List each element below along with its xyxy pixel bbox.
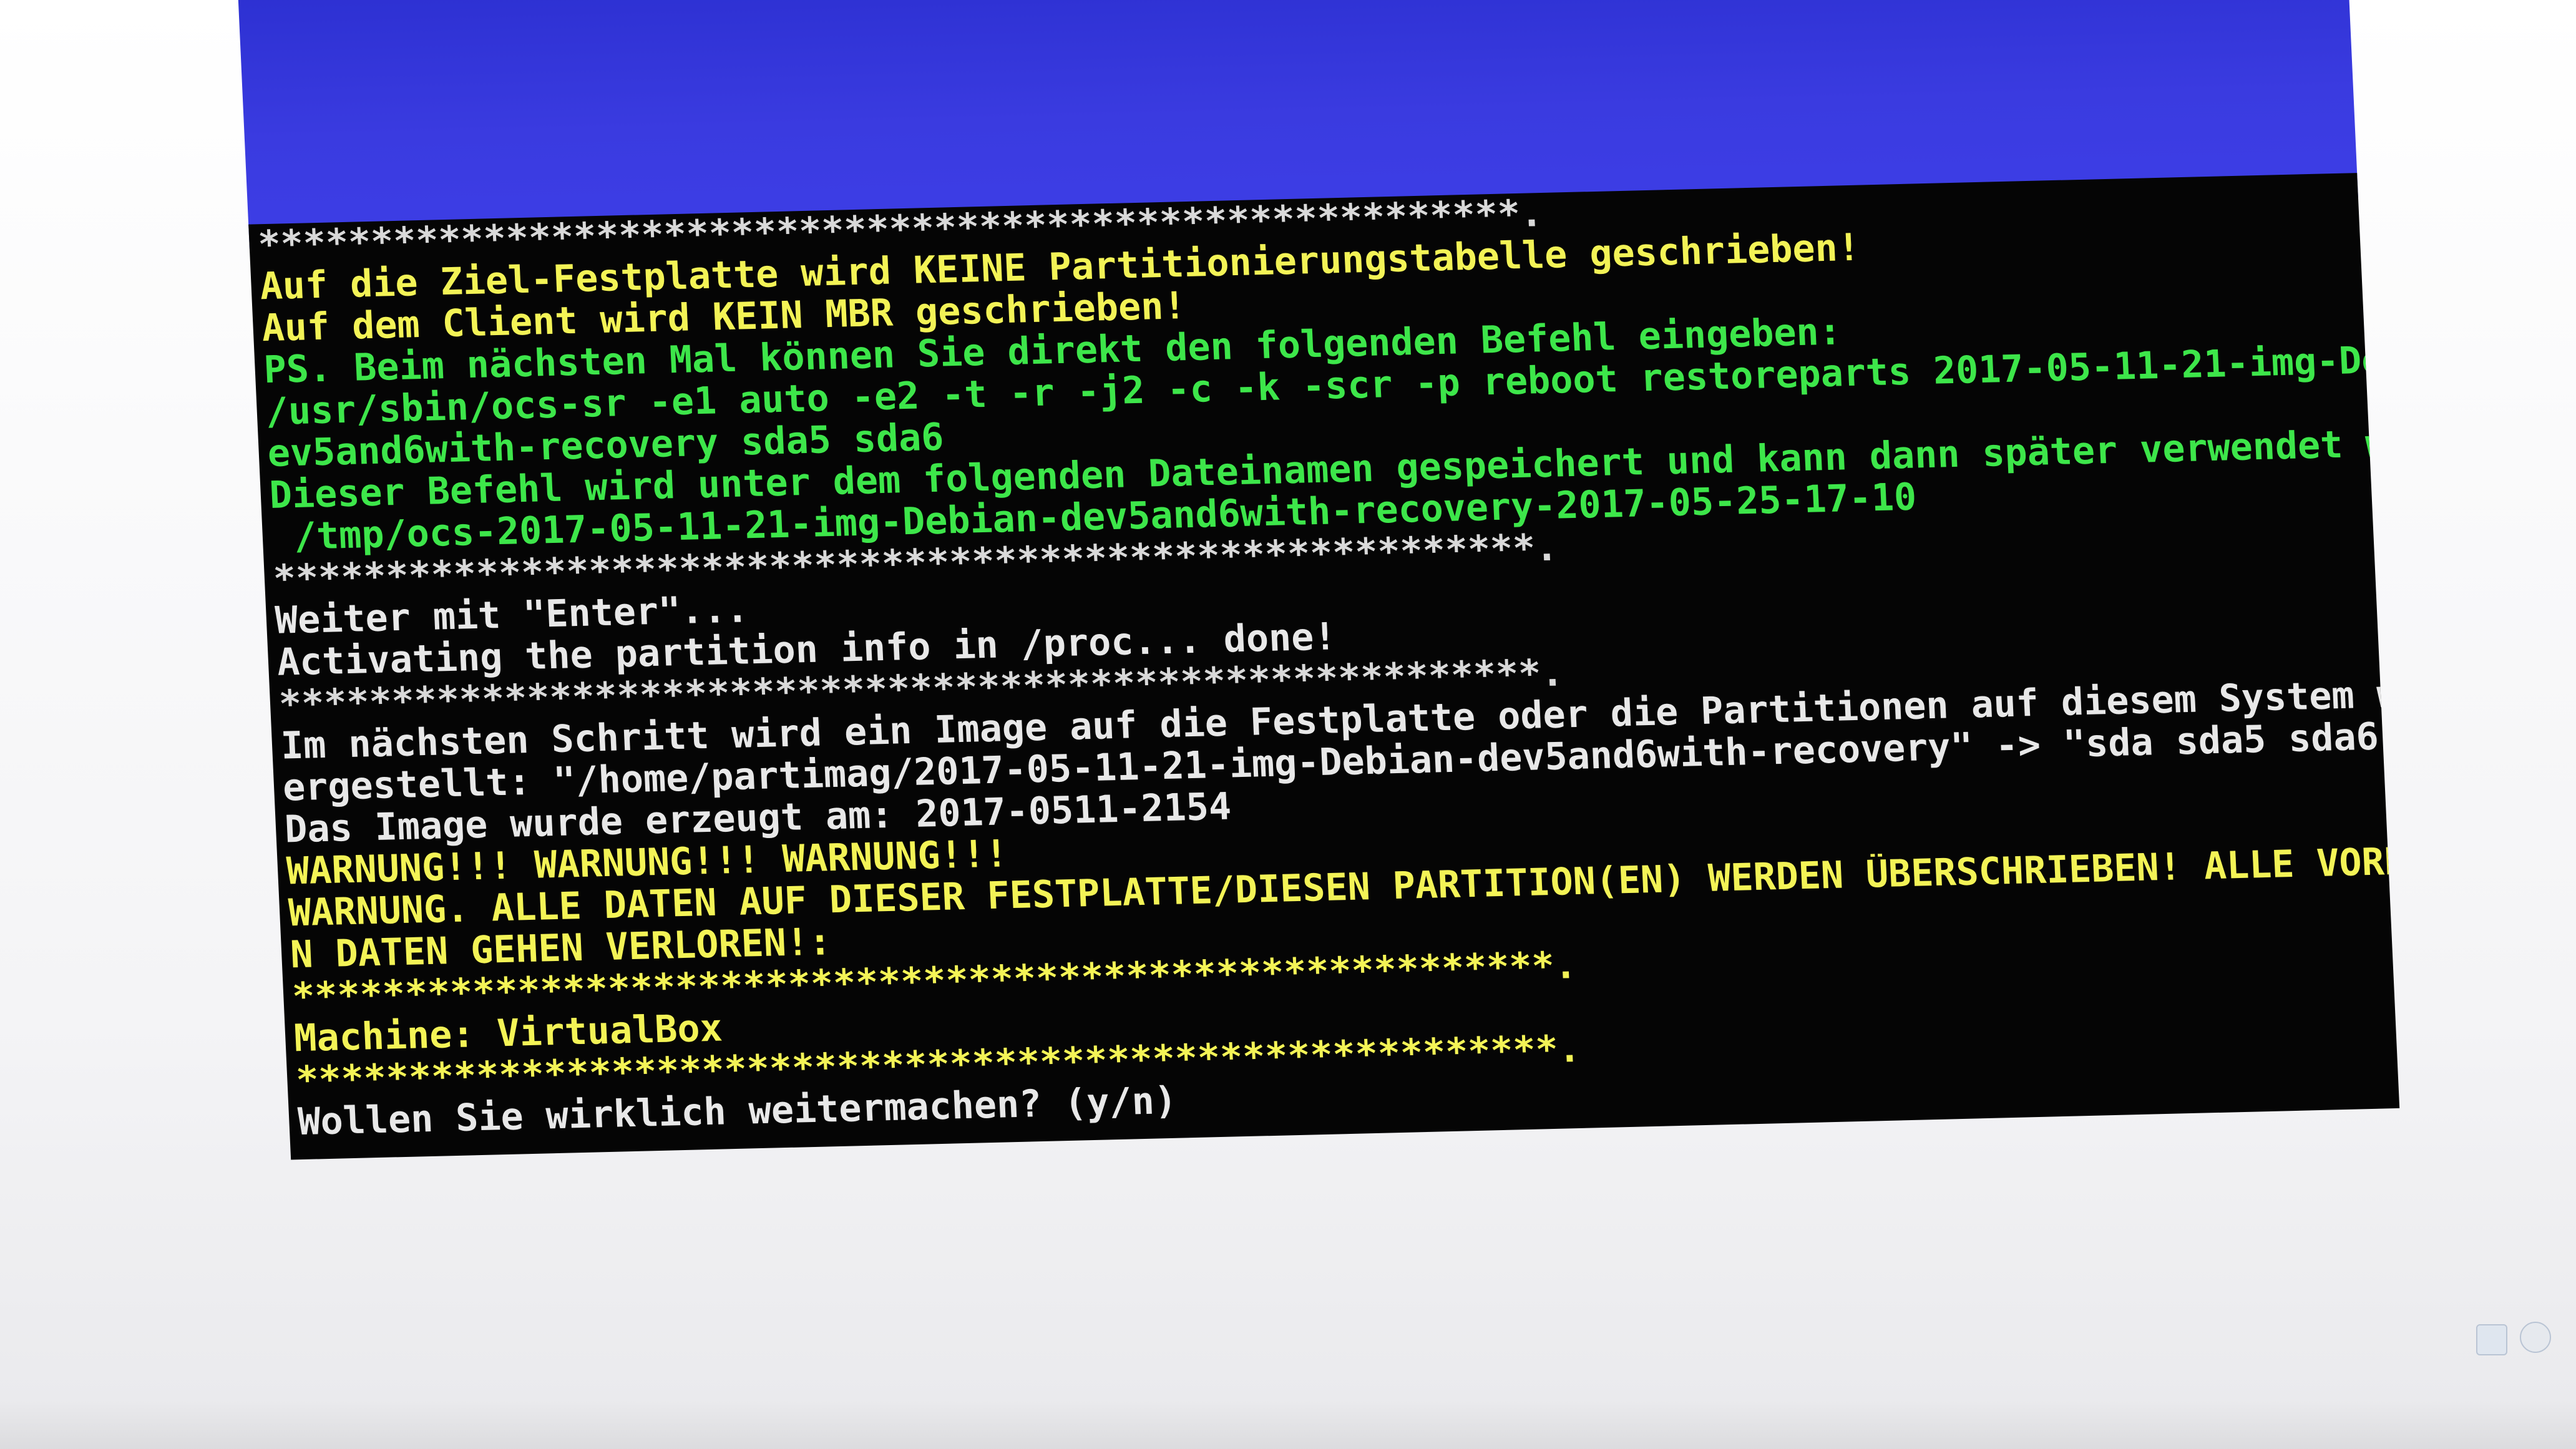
network-icon[interactable] [2476,1324,2507,1355]
clock-icon[interactable] [2520,1322,2551,1353]
terminal-console[interactable]: ****************************************… [248,173,2400,1160]
desk-shadow [0,1399,2576,1449]
system-tray [2476,1318,2564,1355]
vm-screen: ****************************************… [237,0,2400,1172]
photo-of-monitor: ****************************************… [0,0,2576,1449]
